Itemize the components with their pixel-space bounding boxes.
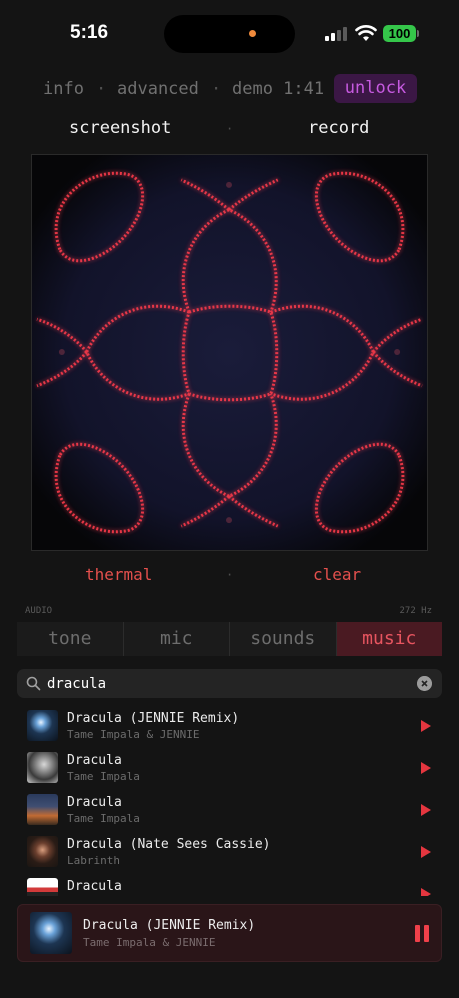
list-item[interactable]: Dracula Tame Impala [0,748,459,790]
action-separator: · [226,122,234,136]
search-results: Dracula (JENNIE Remix) Tame Impala & JEN… [0,706,459,896]
tab-sounds[interactable]: sounds [230,622,337,656]
play-icon[interactable] [421,888,431,896]
audio-source-tabs: tone mic sounds music [17,622,442,656]
search-input[interactable] [47,674,407,693]
tab-mic[interactable]: mic [123,622,230,656]
now-playing-artist: Tame Impala & JENNIE [83,936,216,949]
list-item[interactable]: Dracula [0,874,459,896]
now-playing-bar[interactable]: Dracula (JENNIE Remix) Tame Impala & JEN… [17,904,442,962]
clear-button[interactable]: clear [313,565,361,584]
track-artist: Tame Impala [67,812,140,825]
play-icon[interactable] [421,804,431,816]
status-time: 5:16 [70,22,109,43]
dynamic-island [164,15,295,53]
nav-separator: · [211,79,222,99]
album-art [27,752,58,783]
track-artist: Labrinth [67,854,120,867]
top-nav: info · advanced · demo 1:41 unlock [0,74,459,104]
audio-info: AUDIO 272 Hz [0,606,459,618]
search-bar [17,669,442,698]
cymatics-pattern [32,155,427,550]
track-title: Dracula [67,879,122,894]
album-art [27,836,58,867]
tab-tone[interactable]: tone [17,622,124,656]
nav-separator: · [96,79,107,99]
status-bar: 5:16 100 [0,0,459,64]
visual-modes: thermal · clear [0,565,459,587]
track-title: Dracula (JENNIE Remix) [67,711,240,726]
list-item[interactable]: Dracula (JENNIE Remix) Tame Impala & JEN… [0,706,459,748]
album-art [27,794,58,825]
track-title: Dracula [67,795,122,810]
battery-nub [417,30,419,37]
demo-timer: demo 1:41 [232,79,325,99]
album-art [27,710,58,741]
battery-icon: 100 [383,25,416,42]
visualizer-canvas[interactable] [31,154,428,551]
screenshot-button[interactable]: screenshot [69,118,171,138]
info-link[interactable]: info [43,79,84,99]
audio-label: AUDIO [25,606,53,616]
album-art [27,878,58,896]
play-icon[interactable] [421,762,431,774]
track-artist: Tame Impala [67,770,140,783]
list-item[interactable]: Dracula Tame Impala [0,790,459,832]
track-artist: Tame Impala & JENNIE [67,728,200,741]
recording-indicator-icon [249,30,256,37]
wifi-icon [355,25,377,41]
now-playing-title: Dracula (JENNIE Remix) [83,918,256,933]
track-title: Dracula (Nate Sees Cassie) [67,837,271,852]
track-title: Dracula [67,753,122,768]
pause-icon[interactable] [415,925,429,942]
mode-separator: · [226,568,234,582]
list-item[interactable]: Dracula (Nate Sees Cassie) Labrinth [0,832,459,874]
record-button[interactable]: record [308,118,369,138]
play-icon[interactable] [421,720,431,732]
capture-actions: screenshot · record [0,118,459,142]
frequency-readout: 272 Hz [399,606,432,616]
clear-icon[interactable] [417,676,432,691]
unlock-button[interactable]: unlock [334,74,417,103]
thermal-button[interactable]: thermal [85,565,152,584]
signal-icon [325,27,347,41]
play-icon[interactable] [421,846,431,858]
now-playing-art [30,912,72,954]
tab-music[interactable]: music [336,622,442,656]
advanced-link[interactable]: advanced [117,79,199,99]
search-icon [26,676,41,691]
